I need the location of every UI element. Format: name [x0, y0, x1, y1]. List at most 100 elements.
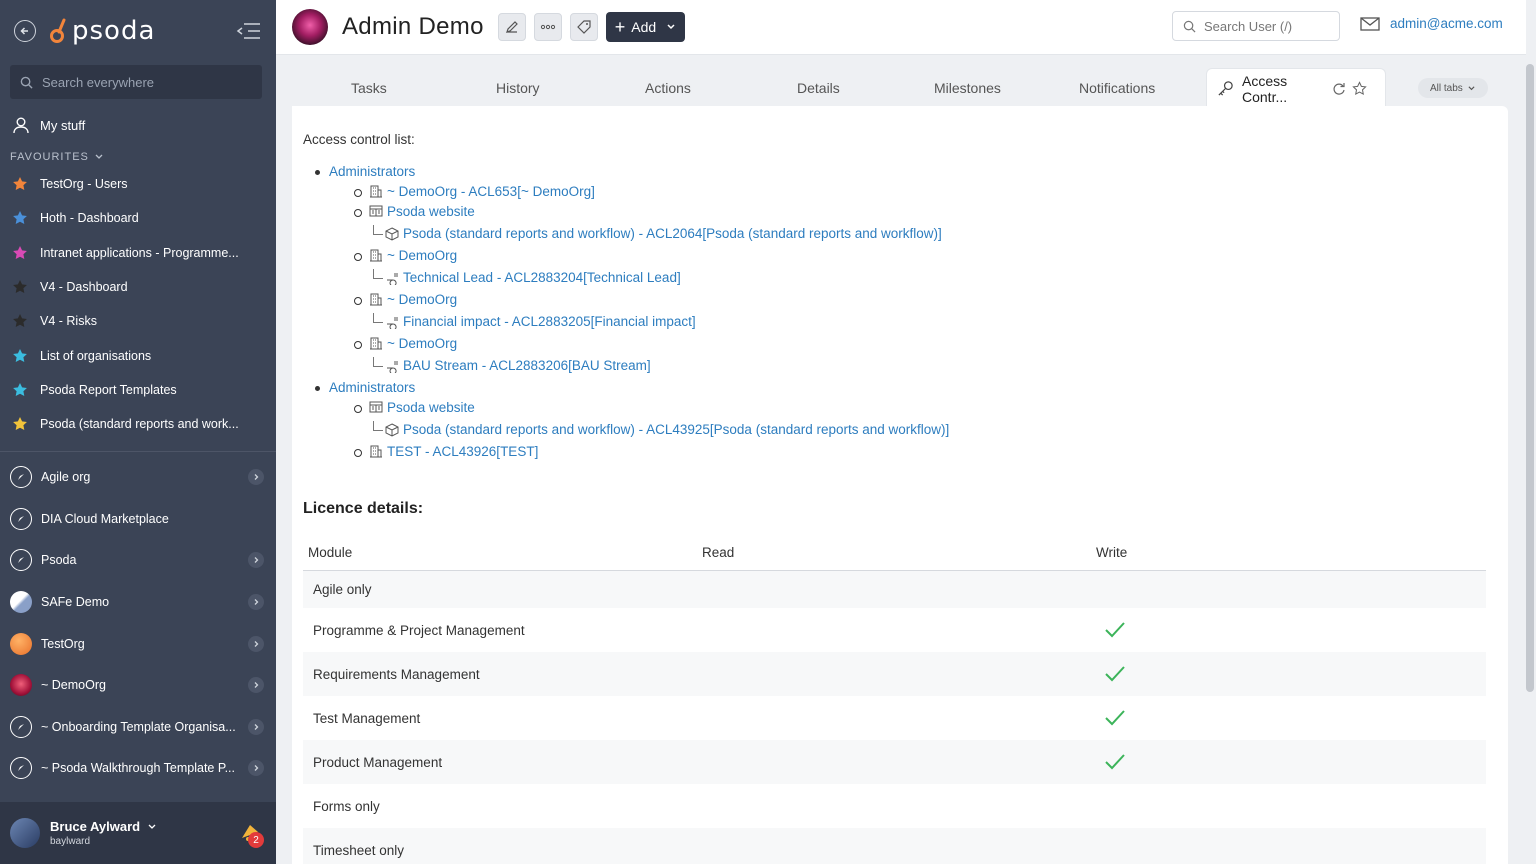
acl-entry: ~ DemoOrg Technical Lead - ACL2883204[Tec… [354, 246, 1497, 290]
collapse-menu-icon[interactable] [236, 22, 262, 45]
acl-group-link[interactable]: Administrators [329, 380, 415, 395]
acl-group-link[interactable]: Administrators [329, 164, 415, 179]
account-email-link[interactable]: admin@acme.com [1360, 16, 1503, 31]
tab-notifications[interactable]: Notifications [1079, 80, 1155, 96]
tree-connector [373, 357, 383, 367]
organisation-label: SAFe Demo [41, 594, 110, 609]
organisation-label: Agile org [41, 470, 91, 485]
tab-milestones[interactable]: Milestones [934, 80, 1001, 96]
organisation-item[interactable]: TestOrg [0, 623, 276, 665]
table-row: Programme & Project Management [303, 608, 1486, 652]
acl-sub-entry-link[interactable]: Financial impact - ACL2883205[Financial … [403, 310, 696, 334]
avatar [10, 818, 40, 848]
acl-entry-list: Psoda website Psoda (standard reports and… [329, 398, 1497, 462]
acl-entry-link[interactable]: TEST - ACL43926[TEST] [387, 444, 538, 459]
acl-sub-entry-link[interactable]: Technical Lead - ACL2883204[Technical Le… [403, 266, 681, 290]
organisation-item[interactable]: Psoda [0, 540, 276, 582]
licence-table: Module Read Write Agile only Programme & … [303, 536, 1486, 864]
organisation-item[interactable]: Agile org [0, 456, 276, 498]
read-cell [697, 784, 1091, 828]
favourite-item[interactable]: Hoth - Dashboard [0, 201, 276, 235]
chevron-right-icon[interactable] [248, 718, 264, 735]
module-cell: Timesheet only [303, 828, 697, 864]
acl-entry-link[interactable]: ~ DemoOrg [387, 292, 457, 307]
psoda-logo[interactable]: psoda [50, 16, 155, 46]
organisation-item[interactable]: ~ Psoda Walkthrough Template P... [0, 748, 276, 790]
chevron-right-icon[interactable] [248, 593, 264, 610]
favourite-item[interactable]: Psoda Report Templates [0, 373, 276, 407]
chevron-right-icon[interactable] [248, 635, 264, 652]
psoda-logo-icon [50, 18, 66, 43]
search-user-input[interactable]: Search User (/) [1172, 11, 1340, 41]
building-icon [370, 185, 382, 198]
sidebar-search-input[interactable]: Search everywhere [10, 65, 262, 99]
favourite-item[interactable]: TestOrg - Users [0, 167, 276, 201]
search-icon [20, 76, 33, 89]
tab-history[interactable]: History [496, 80, 540, 96]
star-icon [13, 417, 27, 431]
website-icon [369, 401, 383, 413]
acl-entry: ~ DemoOrg BAU Stream - ACL2883206[BAU Str… [354, 334, 1497, 378]
favourite-label: Psoda (standard reports and work... [40, 417, 239, 432]
acl-heading: Access control list: [303, 132, 415, 147]
favourites-heading[interactable]: FAVOURITES [0, 143, 276, 167]
read-cell [697, 828, 1091, 864]
search-user-placeholder: Search User (/) [1204, 18, 1293, 34]
acl-entry-link[interactable]: ~ DemoOrg - ACL653[~ DemoOrg] [387, 184, 595, 199]
acl-entry-link[interactable]: ~ DemoOrg [387, 248, 457, 263]
star-outline-icon[interactable] [1352, 81, 1367, 96]
page-scrollbar[interactable] [1526, 64, 1534, 692]
favourite-item[interactable]: Psoda (standard reports and work... [0, 407, 276, 441]
star-icon [13, 177, 27, 191]
chevron-right-icon[interactable] [248, 552, 264, 569]
add-button[interactable]: + Add [605, 12, 686, 42]
acl-entry-link[interactable]: Psoda website [387, 400, 475, 415]
write-cell [1091, 696, 1486, 740]
tab-details[interactable]: Details [797, 80, 840, 96]
acl-entry-link[interactable]: Psoda website [387, 204, 475, 219]
table-row: Product Management [303, 740, 1486, 784]
module-cell: Forms only [313, 798, 380, 814]
my-stuff-link[interactable]: My stuff [0, 107, 276, 143]
chevron-down-icon [148, 824, 156, 829]
favourites-list: TestOrg - Users Hoth - Dashboard Intranet … [0, 167, 276, 441]
tab-actions[interactable]: Actions [645, 80, 691, 96]
tag-button[interactable] [569, 13, 598, 41]
organisation-item[interactable]: SAFe Demo [0, 581, 276, 623]
organisation-item[interactable]: ~ Onboarding Template Organisa... [0, 706, 276, 748]
refresh-icon[interactable] [1332, 82, 1346, 96]
organisation-item[interactable]: ~ DemoOrg [0, 664, 276, 706]
read-cell [697, 740, 1091, 784]
licence-heading: Licence details: [303, 500, 424, 517]
back-icon[interactable] [14, 20, 36, 42]
chevron-right-icon[interactable] [248, 469, 264, 486]
flower-icon [10, 674, 32, 697]
chevron-right-icon[interactable] [248, 760, 264, 777]
favourite-item[interactable]: List of organisations [0, 338, 276, 372]
workstream-icon [387, 361, 398, 373]
acl-entry-link[interactable]: ~ DemoOrg [387, 336, 457, 351]
organisation-label: ~ Psoda Walkthrough Template P... [41, 761, 235, 776]
more-options-button[interactable] [533, 13, 562, 41]
acl-sub-entry-link[interactable]: Psoda (standard reports and workflow) - … [403, 418, 949, 442]
chevron-right-icon[interactable] [248, 677, 264, 694]
column-header-read: Read [697, 536, 1091, 571]
favourite-item[interactable]: V4 - Risks [0, 304, 276, 338]
all-tabs-dropdown[interactable]: All tabs [1418, 78, 1488, 98]
write-cell [1091, 608, 1486, 652]
tab-access-control[interactable]: Access Contr... [1206, 68, 1386, 108]
favourite-item[interactable]: V4 - Dashboard [0, 270, 276, 304]
star-icon [13, 382, 27, 396]
favourite-item[interactable]: Intranet applications - Programme... [0, 236, 276, 270]
acl-sub-entry-link[interactable]: Psoda (standard reports and workflow) - … [403, 222, 942, 246]
user-panel[interactable]: Bruce Aylward baylward 2 [0, 802, 276, 864]
organisation-label: ~ Onboarding Template Organisa... [41, 719, 236, 734]
edit-button[interactable] [497, 13, 526, 41]
read-cell [697, 696, 1091, 740]
star-icon [13, 348, 27, 362]
tree-connector [373, 225, 383, 235]
acl-sub-entry-link[interactable]: BAU Stream - ACL2883206[BAU Stream] [403, 354, 651, 378]
orange-sphere-icon [10, 632, 32, 655]
tab-tasks[interactable]: Tasks [351, 80, 387, 96]
organisation-item[interactable]: DIA Cloud Marketplace [0, 498, 276, 540]
